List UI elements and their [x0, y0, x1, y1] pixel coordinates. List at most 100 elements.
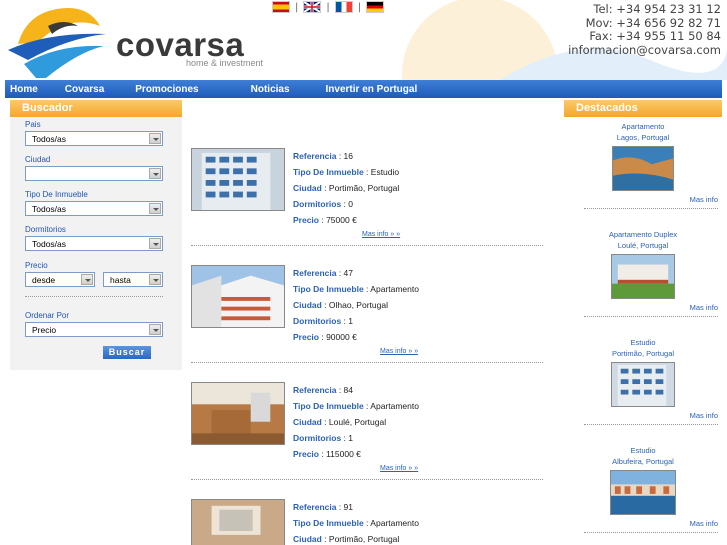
- featured-type[interactable]: Estudio: [564, 445, 722, 456]
- tipo-value: : Apartamento: [363, 518, 419, 528]
- nav-promociones[interactable]: Promociones: [135, 84, 198, 95]
- listing-photo[interactable]: [191, 382, 285, 445]
- listing-photo[interactable]: [191, 499, 285, 545]
- dorm-value: : 1: [341, 316, 353, 326]
- ciudad-value: : Portimão, Portugal: [321, 183, 400, 193]
- divider: [191, 479, 543, 480]
- precio-label: Precio: [293, 215, 319, 225]
- contact-mov: Mov: +34 656 92 82 71: [585, 15, 721, 30]
- ciudad-label: Ciudad: [293, 183, 322, 193]
- featured-item: Apartamento Lagos, Portugal: [564, 121, 722, 191]
- precio-label: Precio: [25, 261, 48, 270]
- featured-type[interactable]: Apartamento Duplex: [564, 229, 722, 240]
- listing-item: Referencia : 91 Tipo De Inmueble : Apart…: [191, 499, 551, 545]
- ciudad-label: Ciudad: [293, 417, 322, 427]
- featured-mas-info-link[interactable]: Mas info: [690, 303, 718, 312]
- french-flag-icon[interactable]: [334, 1, 353, 13]
- tipo-value: : Apartamento: [363, 401, 419, 411]
- precio-hasta-select[interactable]: hasta: [103, 272, 163, 287]
- featured-item: Estudio Albufeira, Portugal: [564, 445, 722, 515]
- featured-type[interactable]: Apartamento: [564, 121, 722, 132]
- nav-noticias[interactable]: Noticias: [251, 84, 290, 95]
- nav-invertir[interactable]: Invertir en Portugal: [326, 84, 418, 95]
- precio-desde-value: desde: [32, 275, 56, 285]
- dorm-value: : 0: [341, 199, 353, 209]
- featured-place[interactable]: Loulé, Portugal: [564, 240, 722, 251]
- divider: [584, 316, 718, 317]
- featured-photo[interactable]: [611, 254, 675, 299]
- ref-label: Referencia: [293, 502, 337, 512]
- ordenar-label: Ordenar Por: [25, 311, 70, 320]
- precio-hasta-value: hasta: [110, 275, 131, 285]
- tipo-label: Tipo De Inmueble: [293, 401, 364, 411]
- featured-photo[interactable]: [610, 470, 676, 515]
- ref-value: : 84: [336, 385, 354, 395]
- ref-value: : 91: [336, 502, 354, 512]
- language-selector: | | |: [270, 0, 386, 14]
- contact-email[interactable]: informacion@covarsa.com: [568, 43, 721, 58]
- featured-mas-info-link[interactable]: Mas info: [690, 519, 718, 528]
- featured-type[interactable]: Estudio: [564, 337, 722, 348]
- tipo-label: Tipo De Inmueble: [293, 284, 364, 294]
- precio-value: : 75000 €: [319, 215, 357, 225]
- featured-photo[interactable]: [611, 362, 675, 407]
- pais-select[interactable]: Todos/as: [25, 131, 163, 146]
- divider: [584, 424, 718, 425]
- uk-flag-icon[interactable]: [303, 1, 322, 13]
- mas-info-link[interactable]: Mas info » »: [362, 231, 400, 238]
- logo-icon: [8, 8, 106, 78]
- precio-label: Precio: [293, 332, 319, 342]
- divider: [584, 208, 718, 209]
- pais-select-value: Todos/as: [32, 134, 67, 144]
- listing-photo[interactable]: [191, 265, 285, 328]
- ciudad-value: : Olhao, Portugal: [321, 300, 388, 310]
- featured-place[interactable]: Portimão, Portugal: [564, 348, 722, 359]
- logo[interactable]: covarsa home & investment: [8, 4, 268, 78]
- listing-item: Referencia : 84 Tipo De Inmueble : Apart…: [191, 382, 551, 482]
- nav-home[interactable]: Home: [10, 84, 38, 95]
- divider: [191, 245, 543, 246]
- tipo-value: : Apartamento: [363, 284, 419, 294]
- ref-value: : 47: [336, 268, 354, 278]
- mas-info-link[interactable]: Mas info » »: [380, 348, 418, 355]
- listing-photo[interactable]: [191, 148, 285, 211]
- german-flag-icon[interactable]: [366, 1, 385, 13]
- listing-item: Referencia : 16 Tipo De Inmueble : Estud…: [191, 148, 551, 248]
- header: covarsa home & investment | | | Tel: +34…: [0, 0, 727, 80]
- precio-value: : 90000 €: [319, 332, 357, 342]
- ciudad-label: Ciudad: [293, 534, 322, 544]
- dropdown-arrow-icon: [149, 133, 161, 144]
- tipo-label: Tipo De Inmueble: [293, 167, 364, 177]
- featured-item: Estudio Portimão, Portugal: [564, 337, 722, 407]
- dropdown-arrow-icon: [149, 203, 161, 214]
- main-nav: Home Covarsa Promociones Noticias Invert…: [5, 80, 722, 98]
- search-panel: Buscador Pais Todos/as Ciudad Tipo De In…: [10, 100, 182, 370]
- ref-label: Referencia: [293, 151, 337, 161]
- ciudad-label: Ciudad: [25, 155, 51, 164]
- dropdown-arrow-icon: [149, 274, 161, 285]
- divider: [25, 296, 163, 297]
- buscar-button[interactable]: Buscar: [103, 346, 151, 359]
- featured-mas-info-link[interactable]: Mas info: [690, 411, 718, 420]
- dropdown-arrow-icon: [149, 324, 161, 335]
- spanish-flag-icon[interactable]: [272, 1, 290, 13]
- listing-info: Referencia : 16 Tipo De Inmueble : Estud…: [293, 148, 399, 228]
- featured-photo[interactable]: [612, 146, 674, 191]
- ciudad-value: : Loulé, Portugal: [321, 417, 387, 427]
- dormitorios-select[interactable]: Todos/as: [25, 236, 163, 251]
- tipo-select[interactable]: Todos/as: [25, 201, 163, 216]
- precio-desde-select[interactable]: desde: [25, 272, 95, 287]
- featured-panel-title: Destacados: [564, 100, 722, 117]
- mas-info-link[interactable]: Mas info » »: [380, 465, 418, 472]
- featured-place[interactable]: Lagos, Portugal: [564, 132, 722, 143]
- tipo-label: Tipo De Inmueble: [293, 518, 364, 528]
- ordenar-select[interactable]: Precio: [25, 322, 163, 337]
- featured-item: Apartamento Duplex Loulé, Portugal: [564, 229, 722, 299]
- nav-covarsa[interactable]: Covarsa: [65, 84, 104, 95]
- featured-place[interactable]: Albufeira, Portugal: [564, 456, 722, 467]
- featured-mas-info-link[interactable]: Mas info: [690, 195, 718, 204]
- ref-label: Referencia: [293, 268, 337, 278]
- ciudad-select[interactable]: [25, 166, 163, 181]
- contact-fax: Fax: +34 955 11 50 84: [589, 29, 721, 43]
- dorm-value: : 1: [341, 433, 353, 443]
